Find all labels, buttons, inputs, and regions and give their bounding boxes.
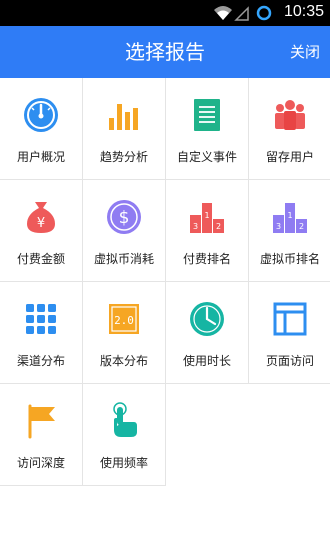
version-icon-text: 2.0 [114, 314, 134, 327]
tap-hand-icon [113, 402, 137, 437]
report-item-payment-ranking[interactable]: 3 1 2 付费排名 [166, 180, 249, 282]
report-item-label: 访问深度 [16, 456, 65, 470]
users-icon [275, 100, 305, 130]
status-bar: 10:35 [0, 0, 330, 26]
page-layout-icon [273, 302, 307, 336]
report-item-virtual-coin-consumption[interactable]: $ 虚拟币消耗 [83, 180, 166, 282]
dollar-coin-icon: $ [107, 200, 141, 234]
status-time: 10:35 [283, 3, 324, 20]
speedometer-icon [24, 98, 58, 132]
report-item-label: 页面访问 [265, 354, 314, 368]
flag-icon [28, 404, 55, 439]
report-item-virtual-coin-ranking[interactable]: 3 1 2 虚拟币排名 [249, 180, 330, 282]
report-item-usage-frequency[interactable]: 使用频率 [83, 384, 166, 486]
report-item-label: 版本分布 [99, 354, 148, 368]
report-item-version-distribution[interactable]: 2.0 版本分布 [83, 282, 166, 384]
clock-icon [190, 302, 224, 336]
svg-text:1: 1 [204, 211, 209, 220]
svg-text:2: 2 [216, 222, 221, 231]
podium-icon: 3 1 2 [190, 203, 224, 233]
report-item-label: 付费排名 [182, 252, 231, 266]
app-header: 选择报告 关闭 [0, 26, 330, 78]
document-icon [194, 99, 220, 131]
report-item-label: 自定义事件 [176, 150, 237, 164]
report-item-label: 虚拟币消耗 [93, 252, 154, 266]
report-item-label: 使用频率 [99, 456, 148, 470]
money-bag-icon: ¥ [27, 202, 55, 233]
report-item-custom-events[interactable]: 自定义事件 [166, 78, 249, 180]
sync-circle-icon [256, 5, 272, 21]
page-title: 选择报告 [125, 40, 205, 64]
report-item-label: 虚拟币排名 [259, 252, 320, 266]
wifi-icon [214, 6, 232, 20]
report-item-channel-distribution[interactable]: 渠道分布 [0, 282, 83, 384]
report-item-usage-duration[interactable]: 使用时长 [166, 282, 249, 384]
svg-text:$: $ [119, 208, 130, 228]
svg-text:¥: ¥ [37, 216, 45, 231]
report-item-visit-depth[interactable]: 访问深度 [0, 384, 83, 486]
report-item-label: 留存用户 [265, 150, 314, 164]
status-icons [214, 5, 272, 21]
svg-text:2: 2 [299, 222, 304, 231]
bar-chart-icon [109, 104, 138, 130]
podium-icon: 3 1 2 [273, 203, 307, 233]
version-icon: 2.0 [109, 304, 139, 334]
report-item-label: 渠道分布 [16, 354, 65, 368]
signal-icon [234, 6, 249, 21]
report-item-page-visits[interactable]: 页面访问 [249, 282, 330, 384]
report-item-label: 使用时长 [182, 354, 231, 368]
report-item-retained-users[interactable]: 留存用户 [249, 78, 330, 180]
svg-text:3: 3 [276, 222, 281, 231]
svg-text:1: 1 [287, 211, 292, 220]
report-item-label: 趋势分析 [99, 150, 148, 164]
report-item-trend-analysis[interactable]: 趋势分析 [83, 78, 166, 180]
close-button[interactable]: 关闭 [290, 26, 320, 78]
report-item-payment-amount[interactable]: ¥ 付费金额 [0, 180, 83, 282]
report-item-label: 用户概况 [16, 150, 65, 164]
svg-text:3: 3 [193, 222, 198, 231]
grid-dots-icon [26, 304, 56, 334]
report-item-label: 付费金额 [16, 252, 65, 266]
report-item-user-overview[interactable]: 用户概况 [0, 78, 83, 180]
